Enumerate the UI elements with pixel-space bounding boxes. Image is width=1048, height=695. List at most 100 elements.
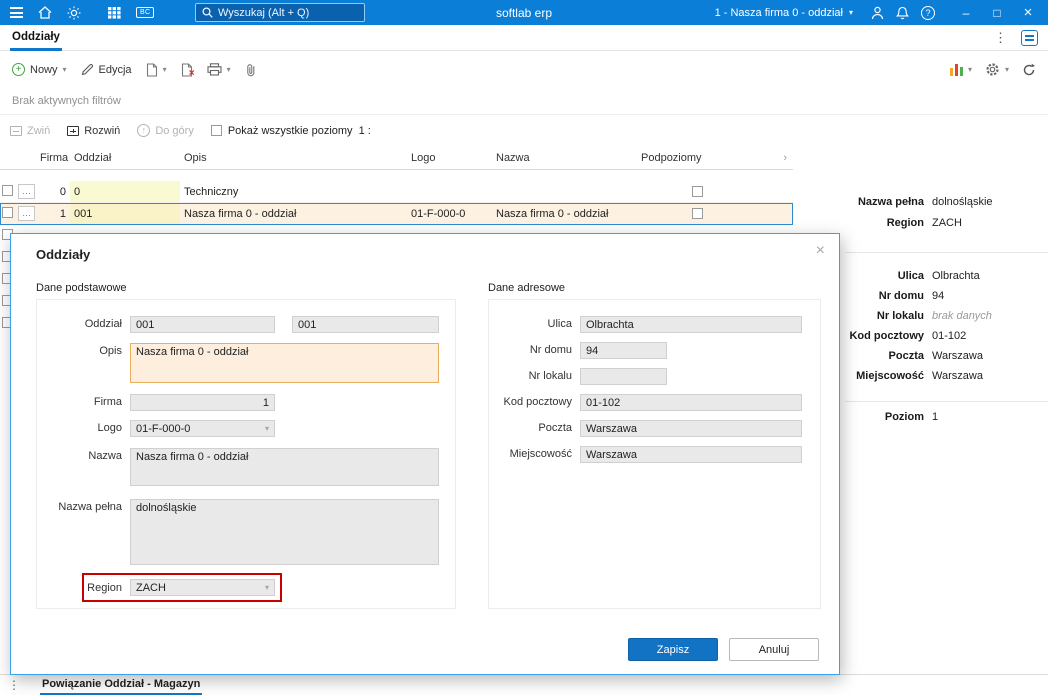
detail-label: Poczta (888, 350, 924, 362)
new-plus-icon: + (12, 63, 25, 76)
field-label: Kod pocztowy (503, 396, 572, 408)
region-select[interactable]: ZACH ▾ (130, 579, 275, 596)
company-context-label: 1 - Nasza firma 0 - oddział (714, 6, 843, 19)
poczta-field[interactable]: Warszawa (580, 420, 802, 437)
levels-value[interactable]: 1 : (359, 125, 371, 137)
detail-value: 1 (932, 411, 939, 423)
form-row-firma: Firma 1 (37, 394, 455, 411)
form-row-poczta: Poczta Warszawa (489, 420, 820, 437)
field-label: Nazwa pełna (58, 501, 122, 513)
podpoziomy-checkbox[interactable] (691, 208, 703, 219)
minimize-button[interactable]: – (954, 6, 978, 20)
form-row-miejscowosc: Miejscowość Warszawa (489, 446, 820, 463)
tab-oddzialy[interactable]: Oddziały (10, 25, 62, 51)
region-annotation-box: Region ZACH ▾ (82, 573, 282, 602)
brightness-icon[interactable] (67, 6, 81, 20)
bc-badge-icon[interactable]: BC (136, 7, 155, 18)
table-row-selected[interactable]: … 1 001 Nasza firma 0 - oddział 01-F-000… (0, 203, 793, 225)
oddzial-field-1[interactable]: 001 (130, 316, 275, 333)
company-context-selector[interactable]: 1 - Nasza firma 0 - oddział ▾ (715, 7, 853, 19)
form-row-oddzial: Oddział 001 001 (37, 316, 455, 333)
settings-button[interactable]: ▾ (985, 62, 1009, 77)
collapse-button[interactable]: Zwiń (10, 125, 50, 137)
new-button[interactable]: + Nowy ▾ (12, 63, 67, 76)
attachment-button[interactable] (245, 63, 257, 77)
save-button[interactable]: Zapisz (628, 638, 718, 661)
nr-domu-field[interactable]: 94 (580, 342, 667, 359)
section-title: Dane podstawowe (36, 282, 127, 294)
tab-powiazanie-oddzial-magazyn[interactable]: Powiązanie Oddział - Magazyn (40, 675, 203, 695)
table-row[interactable]: … 0 0 Techniczny (0, 181, 793, 203)
chevron-down-icon: ▾ (264, 583, 269, 592)
print-button[interactable]: ▾ (207, 63, 231, 76)
chevron-down-icon: ▾ (162, 65, 167, 74)
app-window: BC Wyszukaj (Alt + Q) softlab erp 1 - Na… (0, 0, 1048, 695)
nazwa-field[interactable]: Nasza firma 0 - oddział (130, 448, 439, 486)
column-header-logo[interactable]: Logo (407, 146, 492, 169)
home-icon[interactable] (38, 6, 52, 19)
column-header-firma[interactable]: Firma (36, 146, 70, 169)
toolbar: + Nowy ▾ Edycja ▾ × ▾ ▾ ▾ (0, 51, 1048, 88)
show-all-levels-checkbox[interactable] (210, 125, 222, 136)
detail-separator (845, 252, 1048, 253)
section-title: Dane adresowe (488, 282, 566, 294)
cancel-button[interactable]: Anuluj (729, 638, 819, 661)
bell-icon[interactable] (896, 6, 909, 20)
printer-icon (207, 63, 222, 76)
header-expander-icon[interactable]: › (783, 152, 787, 164)
dialog-close-icon[interactable]: × (816, 242, 825, 260)
go-to-top-button[interactable]: ↑ Do góry (137, 124, 194, 137)
logo-select[interactable]: 01-F-000-0 ▾ (130, 420, 275, 437)
topbar-right: 1 - Nasza firma 0 - oddział ▾ ? – □ × (715, 0, 1048, 25)
form-row-nazwa: Nazwa Nasza firma 0 - oddział (37, 448, 455, 486)
expand-button[interactable]: Rozwiń (67, 125, 120, 137)
nr-lokalu-field[interactable] (580, 368, 667, 385)
column-header-oddzial[interactable]: Oddział (70, 146, 180, 169)
gear-icon (986, 63, 999, 76)
field-label: Opis (99, 345, 122, 357)
user-icon[interactable] (871, 6, 884, 20)
row-select-checkbox[interactable] (2, 184, 13, 196)
chat-icon[interactable] (1021, 30, 1038, 46)
detail-value: dolnośląskie (932, 196, 993, 208)
column-header-nazwa[interactable]: Nazwa (492, 146, 637, 169)
form-row-opis: Opis Nasza firma 0 - oddział (37, 343, 455, 383)
maximize-button[interactable]: □ (985, 6, 1009, 20)
detail-label: Region (886, 217, 924, 229)
oddzial-field-2[interactable]: 001 (292, 316, 439, 333)
chart-view-button[interactable]: ▾ (949, 63, 972, 76)
podpoziomy-checkbox[interactable] (691, 186, 703, 197)
search-input[interactable]: Wyszukaj (Alt + Q) (195, 3, 365, 22)
delete-document-button[interactable]: × (181, 62, 195, 78)
menu-icon[interactable] (10, 7, 23, 18)
refresh-button[interactable] (1022, 63, 1036, 77)
more-vertical-icon[interactable]: ⋮ (8, 678, 20, 692)
kod-pocztowy-field[interactable]: 01-102 (580, 394, 802, 411)
cell-nazwa: Nasza firma 0 - oddział (496, 207, 609, 220)
apps-grid-icon[interactable] (108, 6, 121, 19)
help-icon[interactable]: ? (921, 5, 935, 20)
chevron-down-icon: ▾ (226, 65, 231, 74)
field-label: Oddział (84, 318, 122, 330)
attachment-icon (246, 63, 254, 76)
new-button-label: Nowy (30, 63, 58, 76)
column-header-opis[interactable]: Opis (180, 146, 407, 169)
column-header-podpoziomy[interactable]: Podpoziomy (637, 146, 757, 169)
row-more-button[interactable]: … (18, 184, 35, 199)
nazwa-pelna-field[interactable]: dolnośląskie (130, 499, 439, 565)
row-select-checkbox[interactable] (2, 206, 13, 218)
edit-button[interactable]: Edycja (81, 63, 132, 76)
detail-value: 94 (932, 290, 945, 302)
more-vertical-icon[interactable]: ⋮ (994, 30, 1007, 46)
ulica-field[interactable]: Olbrachta (580, 316, 802, 333)
document-delete-icon: × (181, 62, 195, 78)
form-row-nazwa-pelna: Nazwa pełna dolnośląskie (37, 499, 455, 565)
dialog-title: Oddziały (36, 247, 91, 262)
opis-field[interactable]: Nasza firma 0 - oddział (130, 343, 439, 383)
document-button[interactable]: ▾ (146, 62, 167, 77)
close-button[interactable]: × (1016, 4, 1040, 21)
firma-field[interactable]: 1 (130, 394, 275, 411)
row-more-button[interactable]: … (18, 206, 35, 221)
search-placeholder: Wyszukaj (Alt + Q) (218, 6, 310, 19)
miejscowosc-field[interactable]: Warszawa (580, 446, 802, 463)
